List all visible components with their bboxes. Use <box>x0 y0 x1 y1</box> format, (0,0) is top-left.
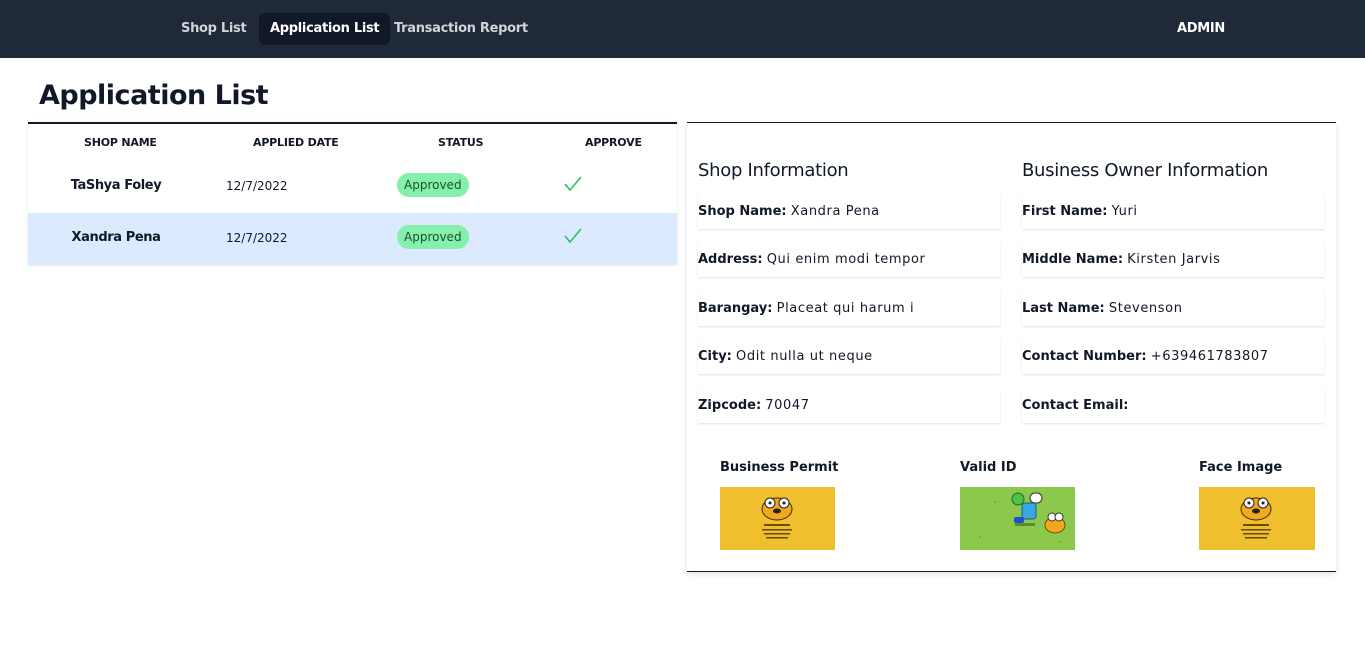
check-icon[interactable] <box>564 227 582 245</box>
field-value: Kirsten Jarvis <box>1127 252 1221 267</box>
field-value: Qui enim modi tempor <box>766 252 926 267</box>
status-badge: Approved <box>397 225 469 249</box>
field-label: Contact Number: <box>1022 349 1147 364</box>
status-badge: Approved <box>397 173 469 197</box>
column-header-applied-date: APPLIED DATE <box>253 136 339 149</box>
field-label: Zipcode: <box>698 398 762 413</box>
field-value: 70047 <box>765 398 810 413</box>
application-table: SHOP NAME APPLIED DATE STATUS APPROVE Ta… <box>28 122 677 265</box>
page-title: Application List <box>39 80 269 111</box>
contact-number-field: Contact Number: +639461783807 <box>1022 339 1324 374</box>
column-header-status: STATUS <box>438 136 484 149</box>
business-permit-label: Business Permit <box>720 460 839 475</box>
column-header-approve: APPROVE <box>585 136 642 149</box>
nav-shop-list[interactable]: Shop List <box>170 13 257 45</box>
applied-date-cell: 12/7/2022 <box>226 179 288 193</box>
admin-user-menu[interactable]: ADMIN <box>1177 13 1225 45</box>
face-image[interactable] <box>1199 487 1315 550</box>
table-row[interactable]: TaShya Foley 12/7/2022 Approved <box>28 161 677 213</box>
shop-name-cell: Xandra Pena <box>71 230 161 245</box>
owner-information-heading: Business Owner Information <box>1022 160 1268 181</box>
field-label: First Name: <box>1022 204 1108 219</box>
field-label: Middle Name: <box>1022 252 1124 267</box>
last-name-field: Last Name: Stevenson <box>1022 291 1324 326</box>
column-header-shop-name: SHOP NAME <box>84 136 157 149</box>
barangay-field: Barangay: Placeat qui harum i <box>698 291 1000 326</box>
city-field: City: Odit nulla ut neque <box>698 339 1000 374</box>
valid-id-label: Valid ID <box>960 460 1017 475</box>
middle-name-field: Middle Name: Kirsten Jarvis <box>1022 242 1324 277</box>
field-value: Odit nulla ut neque <box>736 349 873 364</box>
cartoon-dog-illustration-icon <box>1240 497 1272 539</box>
shop-name-field: Shop Name: Xandra Pena <box>698 194 1000 229</box>
field-value: Xandra Pena <box>790 204 880 219</box>
shop-name-cell: TaShya Foley <box>70 178 162 193</box>
business-permit-image[interactable] <box>720 487 835 550</box>
field-label: Shop Name: <box>698 204 787 219</box>
zipcode-field: Zipcode: 70047 <box>698 388 1000 423</box>
field-label: Barangay: <box>698 301 773 316</box>
field-label: Address: <box>698 252 763 267</box>
application-detail-panel: Shop Information Business Owner Informat… <box>687 122 1336 572</box>
contact-email-field: Contact Email: <box>1022 388 1324 423</box>
valid-id-image[interactable] <box>960 487 1075 550</box>
field-value: +639461783807 <box>1150 349 1269 364</box>
cartoon-characters-illustration-icon <box>979 492 1066 543</box>
top-navbar: Shop List Application List Transaction R… <box>0 0 1365 58</box>
field-label: City: <box>698 349 732 364</box>
applied-date-cell: 12/7/2022 <box>226 231 288 245</box>
nav-application-list[interactable]: Application List <box>259 13 391 45</box>
check-icon[interactable] <box>564 175 582 193</box>
field-label: Last Name: <box>1022 301 1105 316</box>
first-name-field: First Name: Yuri <box>1022 194 1324 229</box>
cartoon-dog-illustration-icon <box>761 497 793 539</box>
field-value: Placeat qui harum i <box>776 301 915 316</box>
nav-transaction-report[interactable]: Transaction Report <box>383 13 539 45</box>
shop-information-heading: Shop Information <box>698 160 849 181</box>
field-label: Contact Email: <box>1022 398 1129 413</box>
table-row[interactable]: Xandra Pena 12/7/2022 Approved <box>28 213 677 265</box>
field-value: Yuri <box>1111 204 1138 219</box>
address-field: Address: Qui enim modi tempor <box>698 242 1000 277</box>
face-image-label: Face Image <box>1199 460 1283 475</box>
field-value: Stevenson <box>1108 301 1183 316</box>
